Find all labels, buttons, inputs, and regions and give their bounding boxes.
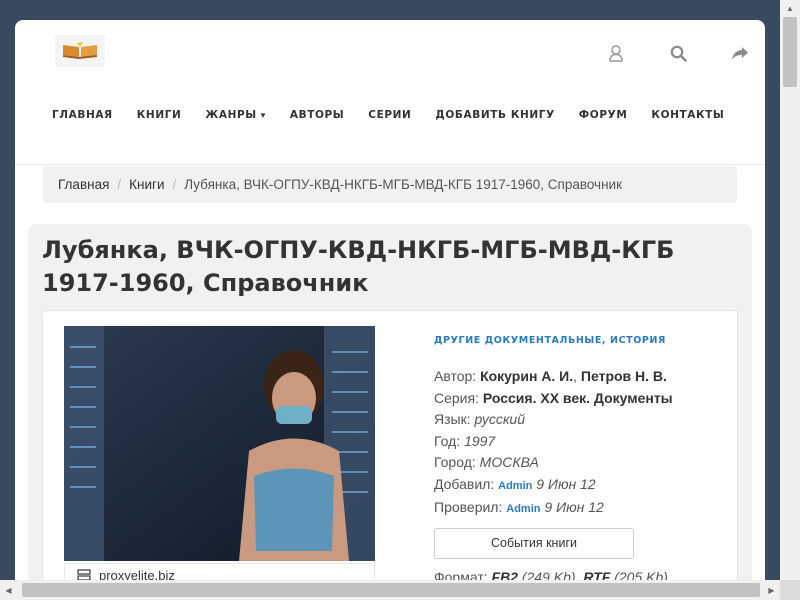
- added-date: 9 Июн 12: [536, 475, 596, 492]
- nav-item-add-book[interactable]: ДОБАВИТЬ КНИГУ: [423, 106, 566, 124]
- nav-item-series[interactable]: СЕРИИ: [356, 106, 423, 124]
- scroll-right-arrow-icon[interactable]: ▶: [763, 580, 780, 600]
- main-nav: ГЛАВНАЯ КНИГИ ЖАНРЫ ▾ АВТОРЫ СЕРИИ ДОБАВИ…: [40, 106, 736, 124]
- breadcrumb: Главная / Книги / Лубянка, ВЧК-ОГПУ-КВД-…: [43, 166, 737, 203]
- book-events-button[interactable]: События книги: [434, 527, 634, 559]
- vertical-scroll-thumb[interactable]: [783, 17, 797, 87]
- scrollbar-corner: [780, 580, 800, 600]
- vertical-scrollbar[interactable]: ▲: [780, 0, 800, 600]
- scroll-left-arrow-icon[interactable]: ◀: [0, 580, 17, 600]
- year-label: Год:: [434, 432, 461, 449]
- nav-genres-label: ЖАНРЫ: [205, 109, 257, 121]
- language-label: Язык:: [434, 411, 471, 427]
- series-label: Серия:: [434, 389, 479, 406]
- ad-banner-image[interactable]: [64, 326, 375, 561]
- checked-date: 9 Июн 12: [544, 499, 604, 515]
- year-row: Год: 1997: [434, 431, 734, 453]
- city-row: Город: МОСКВА: [434, 452, 734, 474]
- nav-item-books[interactable]: КНИГИ: [125, 106, 194, 124]
- nav-item-authors[interactable]: АВТОРЫ: [278, 106, 356, 124]
- added-by-link[interactable]: Admin: [498, 480, 532, 492]
- horizontal-scroll-thumb[interactable]: [22, 583, 760, 597]
- search-icon[interactable]: [665, 40, 691, 66]
- year-value: 1997: [464, 432, 496, 449]
- language-row: Язык: русский: [434, 409, 734, 431]
- series-row: Серия: Россия. XX век. Документы: [434, 388, 734, 410]
- breadcrumb-home[interactable]: Главная: [58, 177, 109, 192]
- city-label: Город:: [434, 454, 476, 470]
- page-title: Лубянка, ВЧК-ОГПУ-КВД-НКГБ-МГБ-МВД-КГБ 1…: [42, 236, 675, 297]
- share-icon[interactable]: [727, 40, 753, 66]
- added-row: Добавил: Admin 9 Июн 12: [434, 474, 734, 498]
- site-logo[interactable]: [55, 35, 105, 67]
- city-value: МОСКВА: [479, 454, 539, 470]
- site-header: ГЛАВНАЯ КНИГИ ЖАНРЫ ▾ АВТОРЫ СЕРИИ ДОБАВИ…: [15, 20, 765, 165]
- author-row: Автор: Кокурин А. И., Петров Н. В.: [434, 368, 667, 384]
- breadcrumb-separator: /: [117, 177, 122, 192]
- page: ГЛАВНАЯ КНИГИ ЖАНРЫ ▾ АВТОРЫ СЕРИИ ДОБАВИ…: [15, 20, 765, 600]
- language-value: русский: [474, 411, 526, 427]
- scroll-up-arrow-icon[interactable]: ▲: [780, 0, 800, 17]
- checked-label: Проверил:: [434, 499, 503, 515]
- added-label: Добавил:: [434, 475, 495, 492]
- checked-by-link[interactable]: Admin: [506, 503, 540, 515]
- author-label: Автор:: [434, 368, 477, 384]
- book-card: proxyelite.biz ДРУГИЕ ДОКУМЕНТАЛЬНЫЕ, ИС…: [42, 310, 738, 600]
- book-logo-icon: [63, 42, 97, 59]
- nav-item-genres[interactable]: ЖАНРЫ ▾: [193, 106, 277, 124]
- nav-item-forum[interactable]: ФОРУМ: [567, 106, 640, 124]
- horizontal-scrollbar[interactable]: ◀ ▶: [0, 580, 780, 600]
- user-icon[interactable]: [603, 40, 629, 66]
- book-content: Лубянка, ВЧК-ОГПУ-КВД-НКГБ-МГБ-МВД-КГБ 1…: [28, 224, 752, 600]
- chevron-down-icon: ▾: [260, 111, 266, 121]
- breadcrumb-current: Лубянка, ВЧК-ОГПУ-КВД-НКГБ-МГБ-МВД-КГБ 1…: [184, 177, 622, 192]
- nav-item-contacts[interactable]: КОНТАКТЫ: [639, 106, 736, 124]
- genre-list: ДРУГИЕ ДОКУМЕНТАЛЬНЫЕ, ИСТОРИЯ: [434, 335, 666, 346]
- book-meta: ДРУГИЕ ДОКУМЕНТАЛЬНЫЕ, ИСТОРИЯ Автор: Ко…: [434, 335, 734, 585]
- breadcrumb-separator: /: [172, 177, 177, 192]
- series-link[interactable]: Россия. XX век. Документы: [483, 390, 673, 406]
- breadcrumb-books[interactable]: Книги: [129, 177, 164, 192]
- author-link[interactable]: Кокурин А. И.: [480, 368, 573, 384]
- checked-row: Проверил: Admin 9 Июн 12: [434, 497, 734, 521]
- author-link[interactable]: Петров Н. В.: [581, 368, 667, 384]
- genre-link[interactable]: ИСТОРИЯ: [610, 335, 666, 346]
- nav-item-home[interactable]: ГЛАВНАЯ: [40, 106, 125, 124]
- genre-link[interactable]: ДРУГИЕ ДОКУМЕНТАЛЬНЫЕ: [434, 335, 602, 346]
